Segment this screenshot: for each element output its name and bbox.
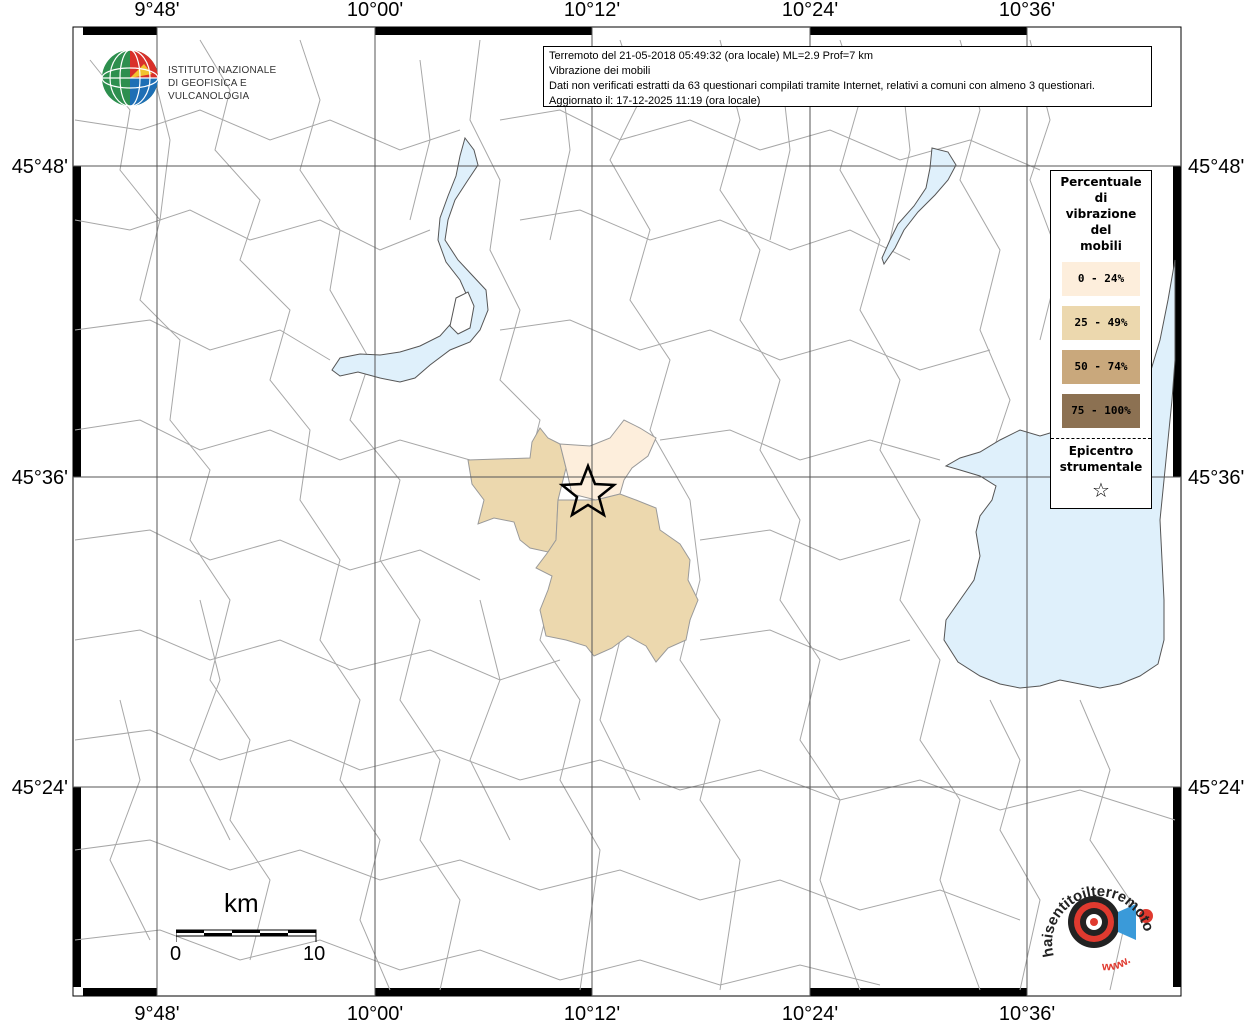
ingv-logo: ISTITUTO NAZIONALE DI GEOFISICA E VULCAN… xyxy=(100,48,320,108)
lon-label-top-3: 10°12' xyxy=(564,0,620,21)
legend-separator xyxy=(1051,438,1151,439)
lon-label-top-4: 10°24' xyxy=(782,0,838,21)
legend-title: Percentuale di vibrazione del mobili xyxy=(1051,174,1151,254)
lon-label-bottom-3: 10°12' xyxy=(564,1003,620,1024)
legend-epicenter-line-1: Epicentro xyxy=(1068,444,1134,458)
data-note: Dati non verificati estratti da 63 quest… xyxy=(549,80,1095,92)
legend-title-line-1: Percentuale xyxy=(1060,175,1142,189)
lat-label-right-2: 45°36' xyxy=(1188,467,1244,489)
legend-epicenter-line-2: strumentale xyxy=(1059,460,1143,474)
lat-label-left-1: 45°48' xyxy=(12,156,68,178)
event-title: Terremoto del 21-05-2018 05:49:32 (ora l… xyxy=(549,50,874,62)
scale-max-label: 10 xyxy=(303,943,326,965)
lon-label-bottom-5: 10°36' xyxy=(999,1003,1055,1024)
scale-min-label: 0 xyxy=(170,943,182,965)
legend-title-line-2: di xyxy=(1094,191,1108,205)
globe-icon xyxy=(101,49,159,107)
lat-label-right-1: 45°48' xyxy=(1188,156,1244,178)
lat-label-right-3: 45°24' xyxy=(1188,777,1244,799)
legend-star-icon: ☆ xyxy=(1092,478,1110,502)
lat-label-left-2: 45°36' xyxy=(12,467,68,489)
legend-title-line-3: vibrazione xyxy=(1065,207,1137,221)
legend-title-line-5: mobili xyxy=(1080,239,1122,253)
legend-swatch-0-24: 0 - 24% xyxy=(1062,262,1140,296)
legend-swatch-75-100: 75 - 100% xyxy=(1062,394,1140,428)
lon-label-top-2: 10°00' xyxy=(347,0,403,21)
hsit-logo-www: www. xyxy=(1101,953,1133,974)
lon-label-bottom-2: 10°00' xyxy=(347,1003,403,1024)
lon-label-top-5: 10°36' xyxy=(999,0,1055,21)
lon-label-bottom-4: 10°24' xyxy=(782,1003,838,1024)
scale-unit: km xyxy=(224,888,259,918)
ingv-line-1: ISTITUTO NAZIONALE xyxy=(168,65,277,76)
scale-bar-graphic xyxy=(176,929,317,942)
lon-label-bottom-1: 9°48' xyxy=(134,1003,179,1024)
hsit-logo: haisentitoilterremoto.it www. xyxy=(1032,860,1157,974)
lat-label-left-3: 45°24' xyxy=(12,777,68,799)
legend-title-line-4: del xyxy=(1090,223,1112,237)
map-subject: Vibrazione dei mobili xyxy=(549,65,651,77)
legend: Percentuale di vibrazione del mobili 0 -… xyxy=(1050,170,1152,509)
ingv-line-2: DI GEOFISICA E VULCANOLOGIA xyxy=(168,78,250,102)
scale-bar: km 0 10 xyxy=(170,888,340,968)
legend-swatch-50-74: 50 - 74% xyxy=(1062,350,1140,384)
legend-swatch-25-49: 25 - 49% xyxy=(1062,306,1140,340)
updated-time: Aggiornato il: 17-12-2025 11:19 (ora loc… xyxy=(549,95,761,107)
legend-epicenter-title: Epicentro strumentale xyxy=(1051,443,1151,475)
lon-label-top-1: 9°48' xyxy=(134,0,179,21)
event-info-box: Terremoto del 21-05-2018 05:49:32 (ora l… xyxy=(543,46,1152,107)
